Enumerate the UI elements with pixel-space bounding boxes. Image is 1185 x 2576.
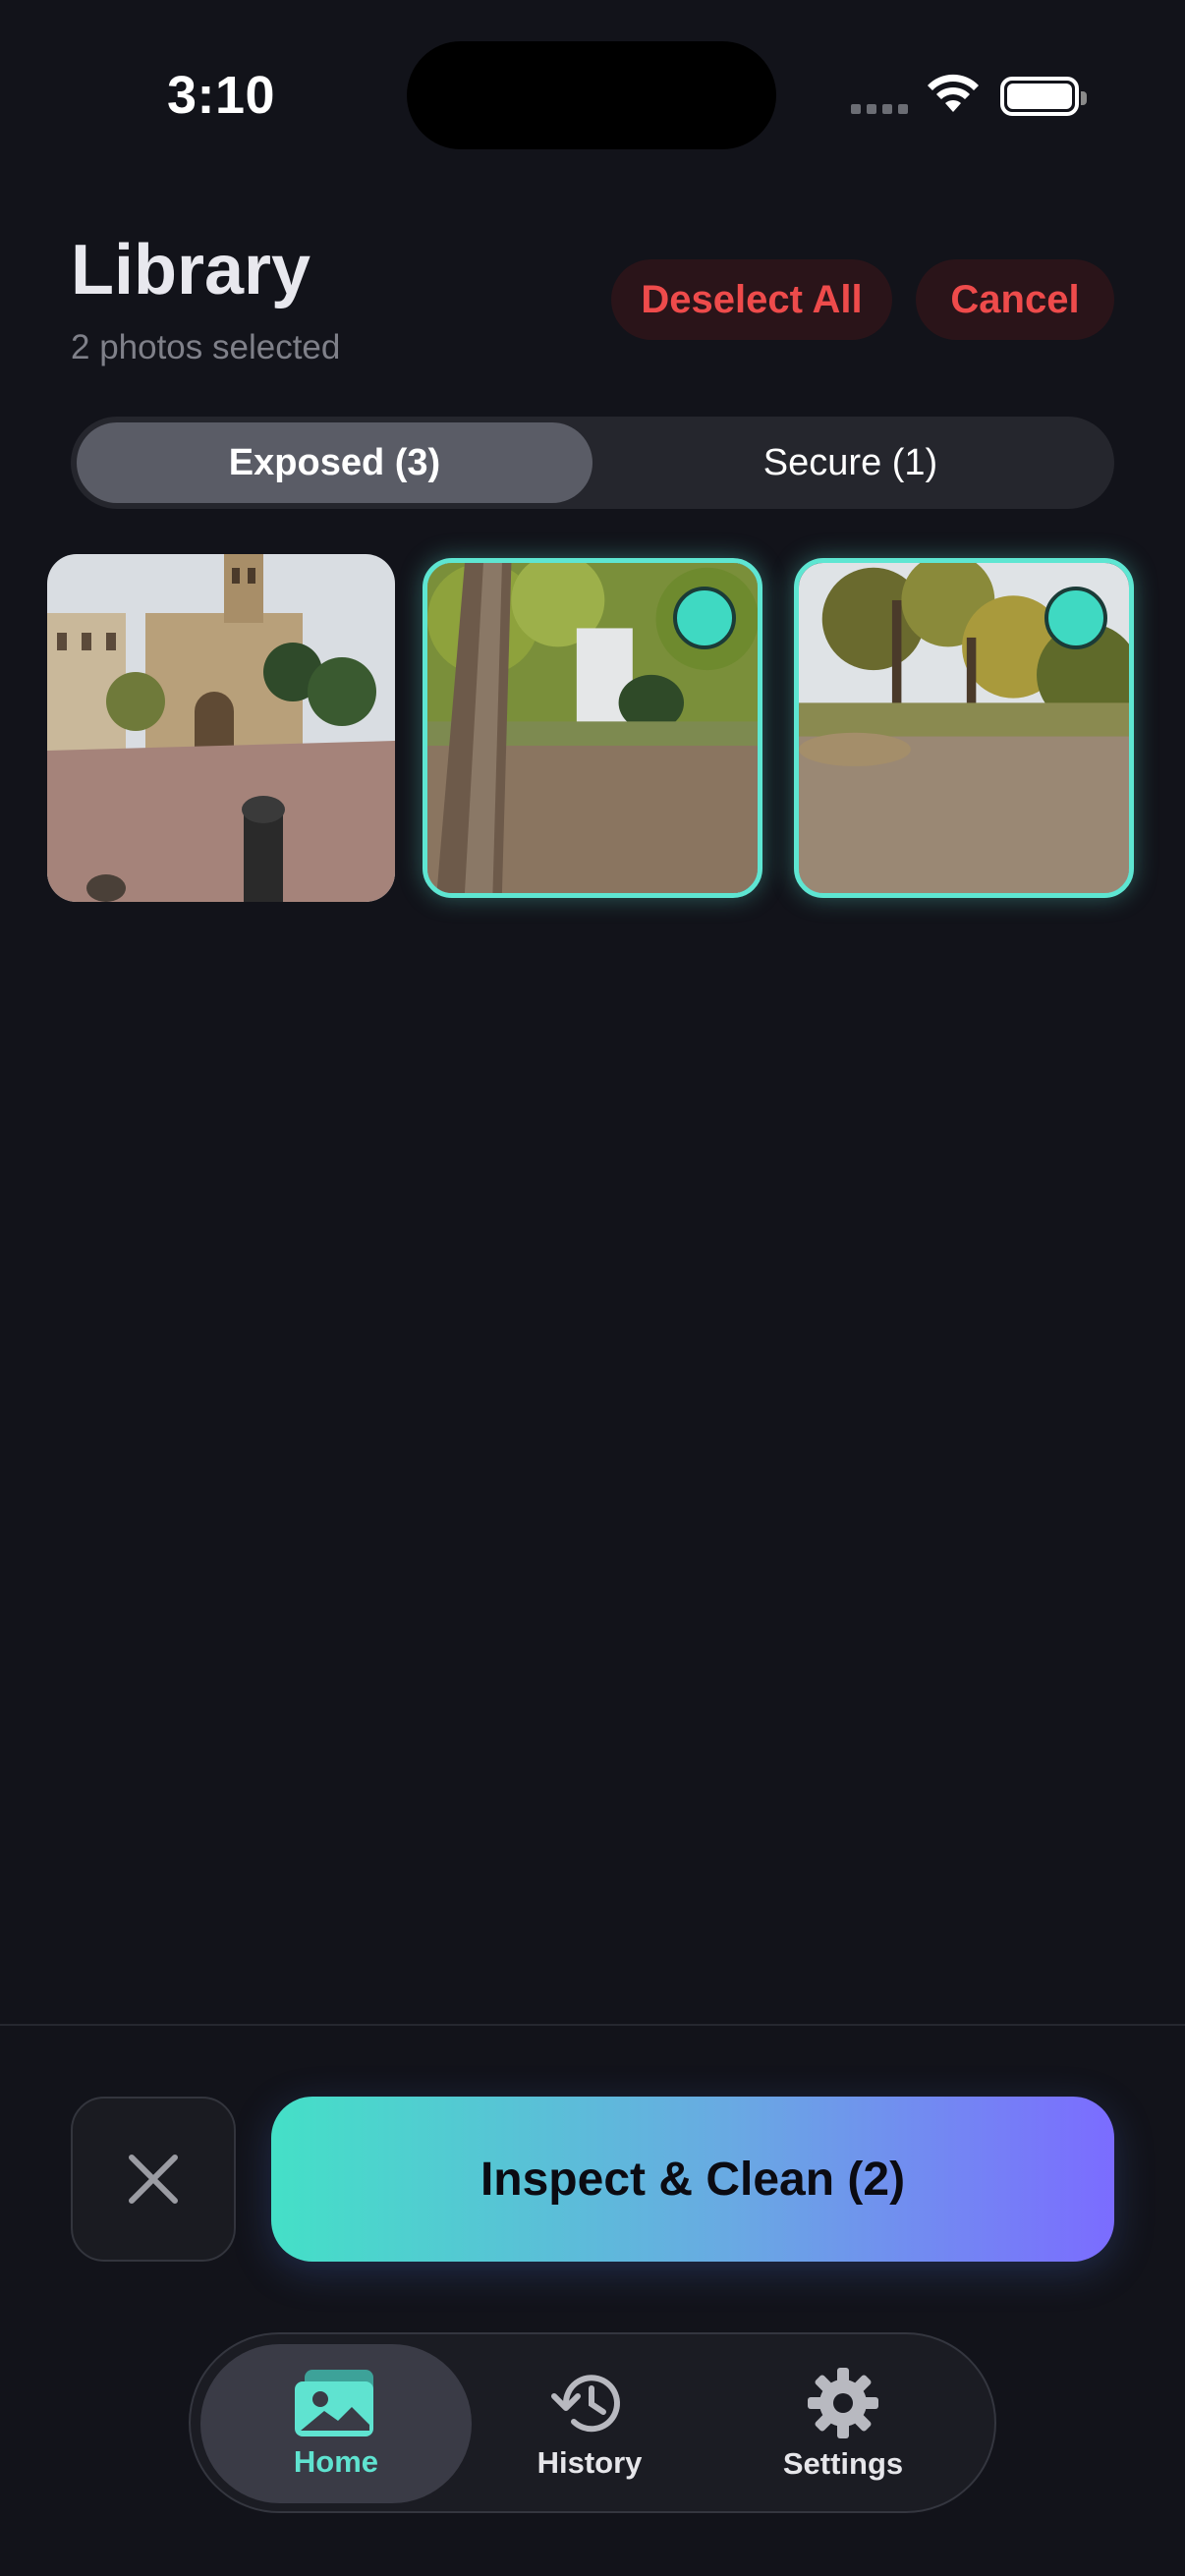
bottom-divider	[0, 2024, 1185, 2026]
tab-home-label: Home	[293, 2444, 379, 2479]
selection-count: 2 photos selected	[71, 328, 341, 366]
photo-thumbnail-selected[interactable]	[794, 558, 1134, 898]
close-selection-button[interactable]	[71, 2097, 236, 2262]
photos-icon	[295, 2370, 373, 2436]
photo-church-plaza	[47, 554, 395, 902]
library-segmented-control: Exposed (3) Secure (1)	[71, 417, 1114, 509]
photo-thumbnail[interactable]	[47, 554, 395, 902]
tab-secure[interactable]: Secure (1)	[592, 422, 1108, 503]
history-icon	[551, 2375, 620, 2433]
page-title: Library	[71, 231, 311, 309]
deselect-all-button[interactable]: Deselect All	[611, 259, 892, 340]
close-icon	[129, 2155, 178, 2204]
inspect-clean-button[interactable]: Inspect & Clean (2)	[271, 2097, 1114, 2262]
dynamic-island	[407, 41, 776, 149]
tab-settings[interactable]: Settings	[707, 2344, 979, 2503]
cancel-button[interactable]: Cancel	[916, 259, 1114, 340]
tab-home[interactable]: Home	[200, 2344, 472, 2503]
gear-icon	[808, 2368, 878, 2438]
tab-bar: Home History Settings	[189, 2332, 996, 2513]
selected-check-icon	[1044, 587, 1107, 649]
photo-thumbnail-selected[interactable]	[423, 558, 762, 898]
tab-exposed[interactable]: Exposed (3)	[77, 422, 592, 503]
tab-history-label: History	[536, 2445, 643, 2480]
selected-check-icon	[673, 587, 736, 649]
cellular-signal-icon	[851, 104, 908, 114]
status-time: 3:10	[167, 66, 276, 125]
tab-history[interactable]: History	[454, 2344, 725, 2503]
battery-icon	[1000, 77, 1087, 116]
tab-settings-label: Settings	[782, 2446, 904, 2481]
wifi-icon	[928, 74, 979, 112]
